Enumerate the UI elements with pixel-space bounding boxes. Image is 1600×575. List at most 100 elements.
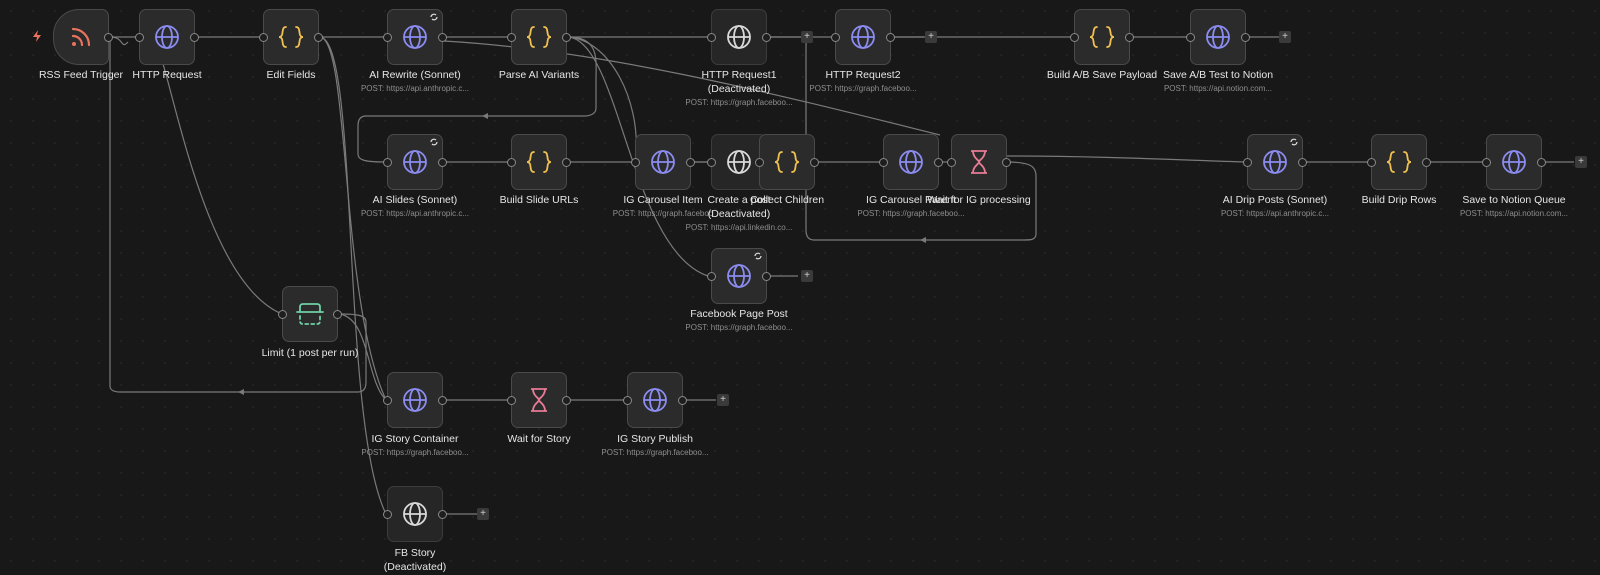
input-port[interactable]	[623, 396, 632, 405]
input-port[interactable]	[707, 33, 716, 42]
node-subtitle: POST: https://graph.faceboo...	[685, 323, 793, 332]
output-port[interactable]	[1537, 158, 1546, 167]
node-http-request1[interactable]	[707, 9, 771, 65]
node-http-request2[interactable]	[831, 9, 895, 65]
node-collect-children[interactable]	[755, 134, 819, 190]
input-port[interactable]	[831, 33, 840, 42]
braces-icon	[525, 24, 553, 50]
node-http-request[interactable]	[135, 9, 199, 65]
node-wait-for-ig-processing[interactable]	[947, 134, 1011, 190]
input-port[interactable]	[947, 158, 956, 167]
node-label: Wait for IG processing	[927, 194, 1031, 206]
input-port[interactable]	[383, 510, 392, 519]
output-port[interactable]	[190, 33, 199, 42]
node-ig-carousel-parent[interactable]	[879, 134, 943, 190]
node-ig-carousel-item[interactable]	[631, 134, 695, 190]
node-label: Facebook Page Post	[690, 308, 788, 320]
output-port[interactable]	[1298, 158, 1307, 167]
node-parse-ai-variants[interactable]	[507, 9, 571, 65]
input-port[interactable]	[755, 158, 764, 167]
input-port[interactable]	[383, 33, 392, 42]
hourglass-icon	[528, 387, 550, 413]
output-port[interactable]	[562, 158, 571, 167]
output-port[interactable]	[1241, 33, 1250, 42]
node-ig-story-publish[interactable]	[623, 372, 687, 428]
input-port[interactable]	[383, 158, 392, 167]
output-port[interactable]	[438, 33, 447, 42]
input-port[interactable]	[1243, 158, 1252, 167]
globe-icon	[850, 24, 876, 50]
input-port[interactable]	[631, 158, 640, 167]
output-port[interactable]	[1002, 158, 1011, 167]
input-port[interactable]	[507, 33, 516, 42]
add-node-button[interactable]: +	[1575, 156, 1587, 168]
node-ai-rewrite[interactable]	[383, 9, 447, 65]
output-port[interactable]	[686, 158, 695, 167]
input-port[interactable]	[1367, 158, 1376, 167]
globe-icon	[402, 149, 428, 175]
workflow-canvas[interactable]: RSS Feed Trigger HTTP Request Edit Field…	[0, 0, 1600, 575]
add-node-button[interactable]: +	[801, 270, 813, 282]
output-port[interactable]	[934, 158, 943, 167]
globe-icon	[1501, 149, 1527, 175]
input-port[interactable]	[135, 33, 144, 42]
node-rss-feed-trigger[interactable]	[53, 9, 113, 65]
output-port[interactable]	[762, 33, 771, 42]
output-port[interactable]	[562, 33, 571, 42]
node-fb-story[interactable]	[383, 486, 447, 542]
node-subtitle: POST: https://graph.faceboo...	[809, 84, 917, 93]
node-save-notion-queue[interactable]	[1482, 134, 1546, 190]
input-port[interactable]	[507, 396, 516, 405]
node-save-ab-test-notion[interactable]	[1186, 9, 1250, 65]
node-ig-story-container[interactable]	[383, 372, 447, 428]
input-port[interactable]	[383, 396, 392, 405]
input-port[interactable]	[1482, 158, 1491, 167]
add-node-button[interactable]: +	[925, 31, 937, 43]
output-port[interactable]	[438, 510, 447, 519]
add-node-button[interactable]: +	[801, 31, 813, 43]
arrowhead	[482, 113, 488, 119]
input-port[interactable]	[259, 33, 268, 42]
node-build-slide-urls[interactable]	[507, 134, 571, 190]
output-port[interactable]	[333, 310, 342, 319]
output-port[interactable]	[810, 158, 819, 167]
node-edit-fields[interactable]	[259, 9, 323, 65]
node-facebook-page-post[interactable]	[707, 248, 771, 304]
add-node-button[interactable]: +	[717, 394, 729, 406]
add-node-button[interactable]: +	[477, 508, 489, 520]
arrowhead	[238, 389, 244, 395]
output-port[interactable]	[562, 396, 571, 405]
output-port[interactable]	[314, 33, 323, 42]
input-port[interactable]	[879, 158, 888, 167]
globe-icon	[650, 149, 676, 175]
output-port[interactable]	[438, 396, 447, 405]
node-ai-drip-posts[interactable]	[1243, 134, 1307, 190]
input-port[interactable]	[507, 158, 516, 167]
add-node-button[interactable]: +	[1279, 31, 1291, 43]
node-build-ab-save-payload[interactable]	[1070, 9, 1134, 65]
input-port[interactable]	[1186, 33, 1195, 42]
input-port[interactable]	[707, 158, 716, 167]
output-port[interactable]	[104, 33, 113, 42]
globe-icon	[402, 501, 428, 527]
input-port[interactable]	[278, 310, 287, 319]
node-ai-slides[interactable]	[383, 134, 447, 190]
input-port[interactable]	[707, 272, 716, 281]
input-port[interactable]	[1070, 33, 1079, 42]
output-port[interactable]	[1125, 33, 1134, 42]
globe-icon	[1205, 24, 1231, 50]
node-build-drip-rows[interactable]	[1367, 134, 1431, 190]
output-port[interactable]	[1422, 158, 1431, 167]
node-subtitle: POST: https://graph.faceboo...	[361, 448, 469, 457]
node-wait-for-story[interactable]	[507, 372, 571, 428]
globe-icon	[726, 24, 752, 50]
connection	[1005, 155, 1247, 163]
node-label: HTTP Request2	[825, 69, 901, 81]
output-port[interactable]	[762, 272, 771, 281]
node-limit[interactable]	[278, 286, 342, 342]
output-port[interactable]	[886, 33, 895, 42]
node-label: Parse AI Variants	[498, 69, 580, 81]
globe-icon	[726, 149, 752, 175]
output-port[interactable]	[438, 158, 447, 167]
output-port[interactable]	[678, 396, 687, 405]
